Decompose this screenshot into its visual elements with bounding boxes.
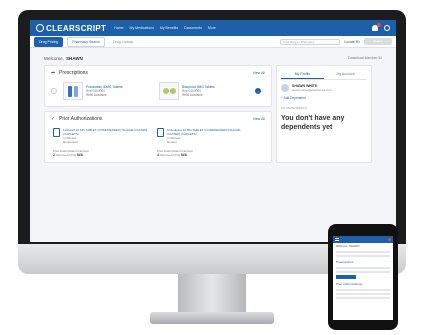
phone-section-title: Prescriptions [336, 260, 354, 264]
sub-toolbar: Drug Pricing Pharmacy Search Drug Lookup… [30, 36, 396, 48]
carousel-next-icon[interactable]: › [255, 88, 261, 94]
nav-item-medications[interactable]: My Medications [130, 26, 154, 30]
welcome-prefix: Welcome, [44, 56, 64, 61]
download-member-id-link[interactable]: Download Member ID [348, 56, 382, 61]
search-input[interactable]: Find Drug or Pharmacy [280, 38, 341, 45]
desktop-screen: CLEARSCRIPT Home My Medications My Benef… [30, 20, 396, 242]
phone-line [336, 255, 390, 257]
notification-icon[interactable] [388, 238, 391, 241]
tab-drug-lookup[interactable]: Drug Lookup [109, 37, 138, 46]
prescription-item[interactable]: Pravastatin 40MG Tablets Rx# 0000000 Ref… [63, 82, 153, 100]
pill-icon: ➦ [51, 69, 56, 76]
app-logo[interactable]: CLEARSCRIPT [36, 24, 106, 33]
dashboard-cards: ➦ Prescriptions View All ‹ Pravastatin 4… [44, 65, 382, 163]
nav-item-benefits[interactable]: My Benefits [160, 26, 178, 30]
nav-item-documents[interactable]: Documents [184, 26, 202, 30]
phone-line [336, 251, 390, 253]
meta-label: Approved Units [55, 153, 77, 157]
tab-drug-pricing[interactable]: Drug Pricing [34, 36, 64, 47]
phone-line [336, 267, 390, 269]
phone-section-title-2: Prior Authorizations [336, 282, 363, 286]
authorizations-card: ✓ Prior Authorizations View All Lisinopr… [44, 111, 272, 163]
authorization-name: Amlodipine 10 MG TABLET (COMPRESSED) [SU… [166, 128, 242, 136]
welcome-line: Welcome, SHAWN Download Member ID [44, 56, 382, 61]
monitor-stand [178, 274, 246, 316]
marketing-image: CLEARSCRIPT Home My Medications My Benef… [0, 0, 424, 335]
top-navbar: CLEARSCRIPT Home My Medications My Benef… [30, 20, 396, 36]
locate-rx-link[interactable]: Locate Rx [344, 40, 360, 44]
bell-icon[interactable] [372, 23, 381, 31]
phone-line [336, 271, 390, 273]
add-dependent-link[interactable]: + Add Dependent [281, 96, 367, 100]
authorizations-view-all-link[interactable]: View All [253, 117, 265, 121]
phone-screen: Welcome, SHAWN Prescriptions Prior Autho… [333, 236, 393, 320]
authorizations-title: Prior Authorizations [59, 116, 103, 122]
authorization-badge: Requested [63, 140, 78, 144]
prescriptions-title: Prescriptions [59, 70, 88, 76]
prescription-status: Refill Available [86, 93, 107, 98]
medication-image [63, 82, 83, 100]
main-nav: Home My Medications My Benefits Document… [114, 26, 216, 30]
phone-button[interactable] [336, 275, 356, 279]
prescriptions-view-all-link[interactable]: View All [253, 71, 265, 75]
meta-value: N/A [180, 153, 188, 157]
menu-icon[interactable] [335, 238, 339, 241]
meta-value: N/A [76, 153, 84, 157]
logo-text: CLEARSCRIPT [46, 23, 107, 33]
nav-item-home[interactable]: Home [114, 26, 123, 30]
phone-line [336, 289, 390, 291]
monitor-base [150, 312, 274, 324]
phone-top-bar [333, 236, 393, 243]
carousel-prev-icon[interactable]: ‹ [51, 88, 57, 94]
tab-my-account[interactable]: My Account [324, 70, 367, 79]
authorization-text: Amlodipine 10 MG TABLET (COMPRESSED) [SU… [167, 128, 253, 144]
authorization-meta: Prior Authorization Number 4 Approved Un… [157, 149, 253, 157]
authorizations-meta: Prior Authorization Number 2 Approved Un… [45, 146, 271, 162]
nav-item-more[interactable]: More [208, 26, 216, 30]
prescriptions-carousel: ‹ Pravastatin 40MG Tablets Rx# 0000000 R… [45, 80, 271, 106]
left-column: ➦ Prescriptions View All ‹ Pravastatin 4… [44, 65, 272, 163]
phone-line [336, 297, 390, 299]
medication-image [159, 82, 179, 100]
document-icon [53, 128, 61, 137]
top-right-tools [372, 23, 390, 31]
prescription-status: Refill Available [182, 93, 203, 98]
search-button[interactable]: Search [364, 38, 392, 45]
user-avatar-icon[interactable] [384, 25, 390, 31]
authorizations-list: Lisinopril 10 MG TABLET (COMPRESSED) [SU… [45, 126, 271, 146]
authorizations-header: ✓ Prior Authorizations View All [45, 112, 271, 126]
no-dependents-message: You don't have any dependents yet [281, 115, 345, 131]
tab-my-profile[interactable]: My Profile [281, 70, 324, 79]
authorization-name: Lisinopril 10 MG TABLET (COMPRESSED) [SU… [63, 128, 148, 136]
member-info: SHAWN WHITE shawn.white@clearscript.com [292, 84, 332, 92]
member-avatar [281, 84, 289, 92]
checkmark-icon: ✓ [51, 115, 56, 122]
dependents-label: MY DEPENDENTS [281, 106, 307, 110]
authorization-badge: Denied [166, 140, 177, 144]
tab-pharmacy-search[interactable]: Pharmacy Search [67, 36, 106, 47]
logo-icon [36, 24, 44, 32]
meta-label: Approved Units [159, 153, 181, 157]
document-icon [157, 128, 164, 137]
authorization-text: Lisinopril 10 MG TABLET (COMPRESSED) [SU… [63, 128, 149, 144]
dashboard-content: Welcome, SHAWN Download Member ID ➦ Pres… [30, 48, 396, 167]
phone-line [336, 293, 390, 295]
prescriptions-card: ➦ Prescriptions View All ‹ Pravastatin 4… [44, 65, 272, 107]
welcome-name: SHAWN [65, 56, 83, 61]
authorization-meta: Prior Authorization Number 2 Approved Un… [53, 149, 149, 157]
prescription-text: Bisoprolol 5MG Tablets Rx# 0000000 Refil… [182, 85, 215, 98]
authorization-item[interactable]: Lisinopril 10 MG TABLET (COMPRESSED) [SU… [53, 128, 149, 144]
prescription-text: Pravastatin 40MG Tablets Rx# 0000000 Ref… [86, 85, 122, 98]
member-row[interactable]: SHAWN WHITE shawn.white@clearscript.com [281, 84, 367, 92]
family-card: My Profile My Account SHAWN WHITE shawn.… [276, 65, 372, 163]
authorization-item[interactable]: Amlodipine 10 MG TABLET (COMPRESSED) [SU… [157, 128, 253, 144]
family-tabs: My Profile My Account [281, 70, 367, 80]
prescription-item[interactable]: Bisoprolol 5MG Tablets Rx# 0000000 Refil… [159, 82, 249, 100]
member-email: shawn.white@clearscript.com [292, 88, 332, 92]
prescriptions-header: ➦ Prescriptions View All [45, 66, 271, 80]
phone-welcome: Welcome, SHAWN [336, 244, 360, 248]
